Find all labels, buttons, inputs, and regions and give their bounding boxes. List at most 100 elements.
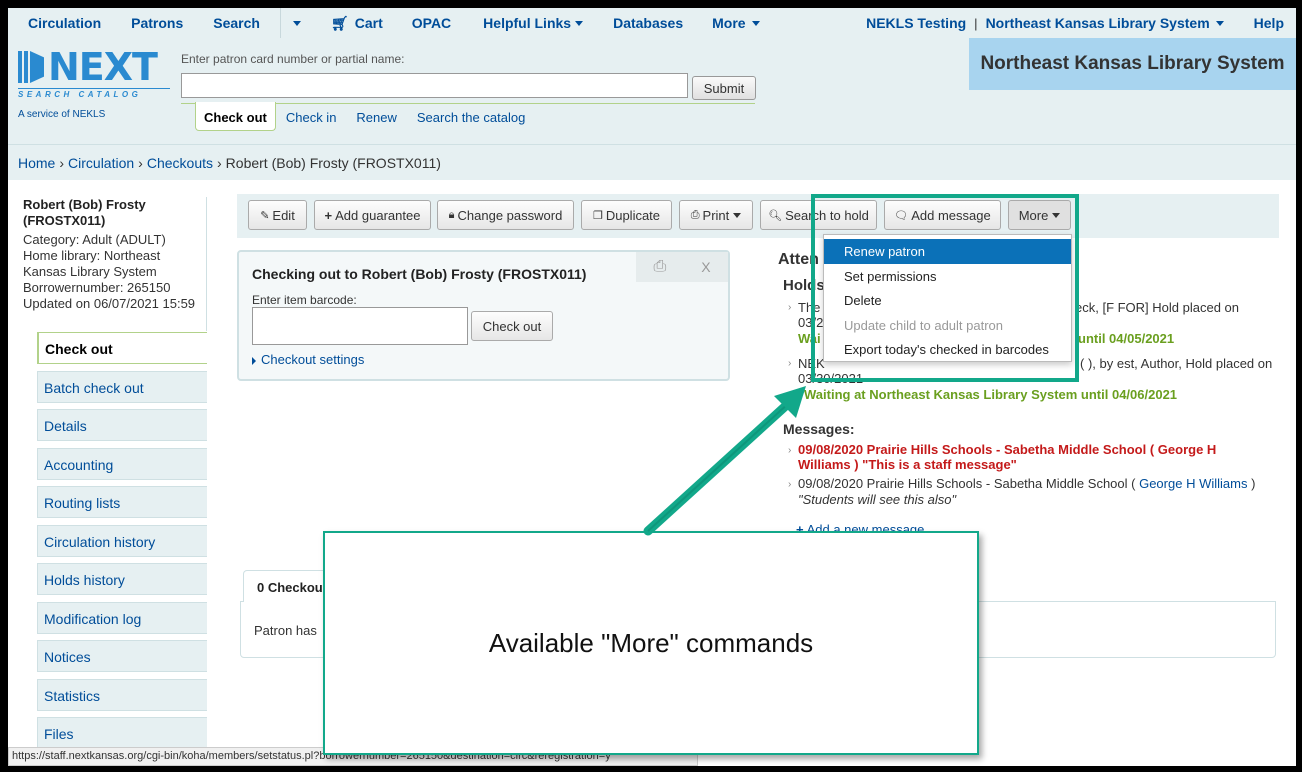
search-to-hold-button[interactable]: 🔍︎ Search to hold — [760, 200, 877, 230]
left-nav-batch-check-out[interactable]: Batch check out — [37, 370, 207, 403]
add-message-label: Add message — [911, 207, 991, 223]
nav-search-label: Search — [213, 15, 260, 31]
add-guarantee-button[interactable]: + Add guarantee — [314, 200, 431, 230]
nav-opac-label: OPAC — [411, 15, 452, 31]
nav-databases[interactable]: Databases — [583, 15, 683, 31]
header: NEXT SEARCH CATALOG A service of NEKLS E… — [8, 38, 1296, 144]
menu-update-child-to-adult[interactable]: Update child to adult patron — [824, 313, 1071, 338]
checkout-settings-link[interactable]: Checkout settings — [252, 352, 364, 367]
book-logo-icon — [18, 51, 44, 83]
left-nav-accounting[interactable]: Accounting — [37, 447, 207, 480]
close-icon[interactable]: X — [701, 259, 710, 275]
more-button[interactable]: More — [1008, 200, 1071, 230]
message-2-suffix: ) — [1251, 476, 1256, 491]
hold-1-title-link[interactable]: The — [798, 300, 820, 316]
message-1-line-1: 09/08/2020 Prairie Hills Schools - Sabet… — [798, 442, 1217, 457]
menu-delete[interactable]: Delete — [824, 288, 1071, 313]
search-icon: 🔍︎ — [768, 209, 783, 222]
breadcrumb-checkouts[interactable]: Checkouts — [147, 155, 213, 171]
submit-button[interactable]: Submit — [692, 76, 756, 100]
bullet-icon: › — [788, 302, 792, 313]
breadcrumb-separator: › — [138, 154, 143, 171]
nav-circulation[interactable]: Circulation — [8, 15, 101, 31]
chevron-down-icon — [292, 20, 301, 26]
message-2-text: "Students will see this also" — [798, 492, 957, 507]
message-2-prefix: 09/08/2020 Prairie Hills Schools - Sabet… — [798, 476, 1136, 491]
printer-icon: ⎙ — [690, 208, 700, 221]
hold-1-status: Wai — [798, 331, 821, 346]
checkouts-tab[interactable]: 0 Checkou — [243, 570, 333, 602]
menu-renew-patron[interactable]: Renew patron — [824, 239, 1071, 264]
nav-databases-label: Databases — [613, 15, 684, 31]
breadcrumb-circulation[interactable]: Circulation — [68, 155, 134, 171]
left-nav-circulation-history[interactable]: Circulation history — [37, 524, 207, 557]
patron-home-library: Home library: Northeast — [23, 248, 161, 263]
breadcrumb-current: Robert (Bob) Frosty (FROSTX011) — [225, 154, 441, 171]
change-password-label: Change password — [457, 207, 563, 223]
duplicate-button[interactable]: ❐ Duplicate — [581, 200, 672, 230]
checkout-box-actions: ⎙ X — [636, 252, 728, 282]
message-2-line: 09/08/2020 Prairie Hills Schools - Sabet… — [798, 476, 1255, 492]
tab-renew[interactable]: Renew — [346, 102, 406, 125]
nav-search[interactable]: Search — [183, 15, 260, 31]
print-label: Print — [702, 207, 730, 223]
patron-search-input[interactable] — [181, 73, 688, 98]
hold-2-details: ( ), by est, Author, Hold placed on — [1080, 356, 1273, 371]
barcode-input[interactable] — [252, 307, 468, 345]
annotation-callout: Available "More" commands — [323, 531, 979, 755]
left-nav-details[interactable]: Details — [37, 409, 207, 441]
print-button[interactable]: ⎙ Print — [679, 200, 753, 230]
message-1-line-2: Williams ) "This is a staff message" — [798, 457, 1017, 472]
tab-check-in[interactable]: Check in — [280, 102, 347, 125]
nav-search-dropdown[interactable] — [281, 20, 301, 26]
patron-home-library-cont: Kansas Library System — [23, 264, 157, 279]
nav-library[interactable]: Northeast Kansas Library System — [978, 15, 1224, 31]
printer-icon[interactable]: ⎙ — [653, 258, 666, 276]
nav-help[interactable]: Help — [1224, 15, 1284, 31]
attention-heading: Atten — [778, 251, 819, 268]
left-nav-modification-log[interactable]: Modification log — [37, 601, 207, 634]
hold-2-title-link[interactable]: NEK — [798, 356, 825, 372]
change-password-button[interactable]: 🔒︎ Change password — [437, 200, 574, 230]
nav-user[interactable]: NEKLS Testing — [858, 15, 966, 31]
hold-2-date: 03/30/2021 — [798, 371, 864, 386]
left-nav-check-out[interactable]: Check out — [37, 332, 207, 364]
duplicate-label: Duplicate — [605, 207, 661, 223]
nav-cart[interactable]: 🛒︎ Cart — [301, 15, 383, 32]
add-guarantee-label: Add guarantee — [335, 207, 421, 223]
nav-more[interactable]: More — [683, 15, 760, 31]
chevron-down-icon — [733, 212, 742, 218]
patron-name: Robert (Bob) Frosty — [23, 197, 146, 212]
tab-search-catalog[interactable]: Search the catalog — [407, 102, 535, 125]
pencil-icon: ✎ — [260, 209, 270, 222]
check-out-button[interactable]: Check out — [471, 311, 553, 341]
tab-check-out[interactable]: Check out — [195, 102, 276, 131]
logo-text: NEXT — [48, 45, 158, 89]
edit-button[interactable]: ✎ Edit — [248, 200, 307, 230]
menu-export-checked-in-barcodes[interactable]: Export today's checked in barcodes — [824, 337, 1071, 362]
nav-opac[interactable]: OPAC — [383, 15, 451, 31]
menu-set-permissions[interactable]: Set permissions — [824, 264, 1071, 289]
nav-help-label: Help — [1253, 15, 1284, 31]
patron-category: Category: Adult (ADULT) — [23, 232, 166, 247]
nav-user-area: NEKLS Testing | Northeast Kansas Library… — [858, 8, 1284, 38]
nav-library-label: Northeast Kansas Library System — [985, 15, 1210, 31]
nav-patrons[interactable]: Patrons — [101, 15, 183, 31]
comment-icon: 🗨︎ — [894, 209, 909, 222]
search-to-hold-label: Search to hold — [785, 207, 869, 223]
left-nav-files[interactable]: Files — [37, 717, 207, 749]
left-nav-routing-lists[interactable]: Routing lists — [37, 486, 207, 518]
hold-1-details: eck, [F FOR] Hold placed on — [1075, 300, 1240, 315]
left-nav-notices[interactable]: Notices — [37, 640, 207, 672]
message-2-author-link[interactable]: George H Williams — [1139, 476, 1247, 491]
add-message-button[interactable]: 🗨︎ Add message — [884, 200, 1001, 230]
caret-right-icon — [252, 356, 256, 365]
nav-cart-label: Cart — [354, 15, 383, 31]
left-nav-holds-history[interactable]: Holds history — [37, 563, 207, 595]
nav-helpful-links[interactable]: Helpful Links — [451, 15, 584, 31]
patron-info-divider — [206, 197, 207, 331]
breadcrumb-home[interactable]: Home — [18, 155, 55, 171]
left-nav-statistics[interactable]: Statistics — [37, 678, 207, 711]
next-logo[interactable]: NEXT SEARCH CATALOG A service of NEKLS — [18, 48, 170, 120]
checkout-settings-label: Checkout settings — [261, 352, 365, 367]
